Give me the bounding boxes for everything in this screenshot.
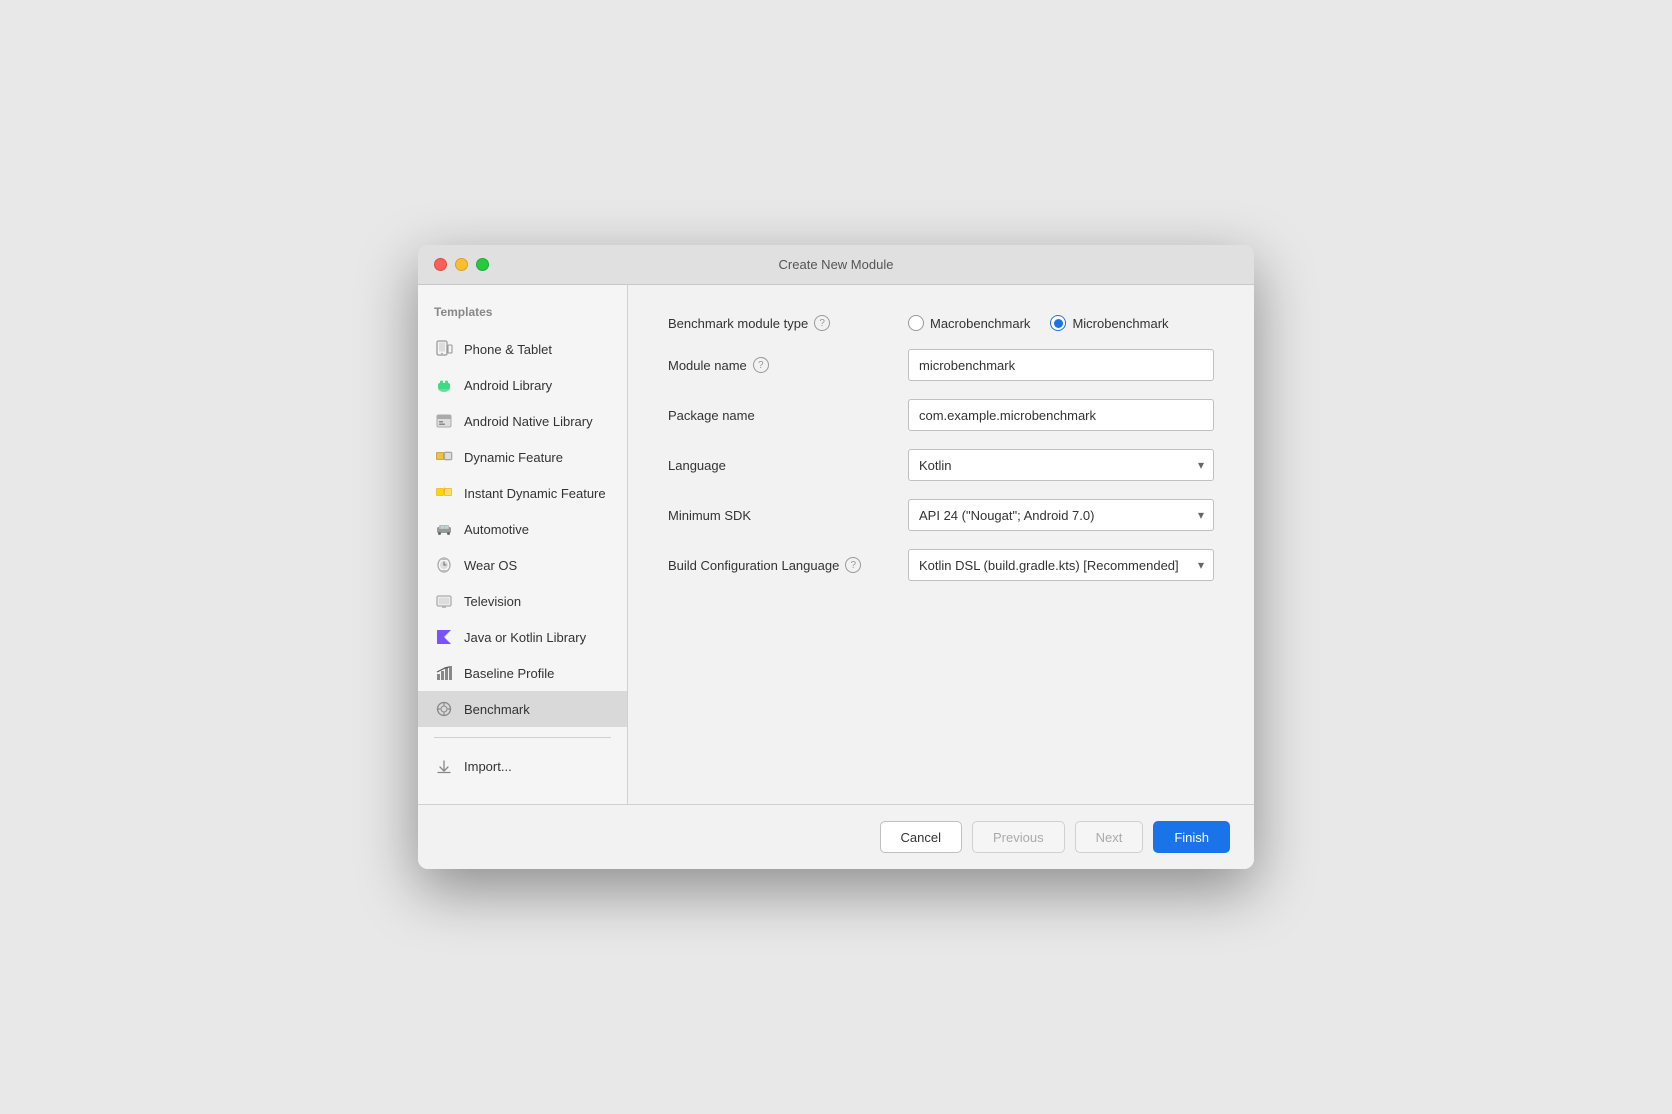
sidebar-item-baseline-profile[interactable]: Baseline Profile — [418, 655, 627, 691]
android-library-label: Android Library — [464, 378, 552, 393]
footer: Cancel Previous Next Finish — [418, 804, 1254, 869]
automotive-label: Automotive — [464, 522, 529, 537]
sidebar-item-import[interactable]: Import... — [418, 748, 627, 784]
cancel-button[interactable]: Cancel — [880, 821, 962, 853]
language-row: Language Kotlin Java — [668, 449, 1214, 481]
minimum-sdk-label: Minimum SDK — [668, 508, 908, 523]
android-library-icon — [434, 375, 454, 395]
instant-dynamic-feature-label: Instant Dynamic Feature — [464, 486, 606, 501]
dialog-title: Create New Module — [779, 257, 894, 272]
sidebar-item-wear-os[interactable]: Wear OS — [418, 547, 627, 583]
phone-tablet-label: Phone & Tablet — [464, 342, 552, 357]
benchmark-module-type-help-icon[interactable]: ? — [814, 315, 830, 331]
previous-button[interactable]: Previous — [972, 821, 1065, 853]
macrobenchmark-radio[interactable] — [908, 315, 924, 331]
module-name-input[interactable] — [908, 349, 1214, 381]
sidebar-heading: Templates — [418, 305, 627, 331]
macrobenchmark-option[interactable]: Macrobenchmark — [908, 315, 1030, 331]
language-control: Kotlin Java — [908, 449, 1214, 481]
build-config-lang-label: Build Configuration Language ? — [668, 557, 908, 573]
import-icon — [434, 756, 454, 776]
television-icon — [434, 591, 454, 611]
benchmark-icon — [434, 699, 454, 719]
wear-os-label: Wear OS — [464, 558, 517, 573]
build-config-lang-control: Kotlin DSL (build.gradle.kts) [Recommend… — [908, 549, 1214, 581]
benchmark-module-type-row: Benchmark module type ? Macrobenchmark M… — [668, 315, 1214, 331]
module-name-help-icon[interactable]: ? — [753, 357, 769, 373]
language-select[interactable]: Kotlin Java — [908, 449, 1214, 481]
minimum-sdk-control: API 24 ("Nougat"; Android 7.0) API 21 ("… — [908, 499, 1214, 531]
sidebar-item-automotive[interactable]: Automotive — [418, 511, 627, 547]
microbenchmark-radio[interactable] — [1050, 315, 1066, 331]
sidebar-item-android-native-library[interactable]: Android Native Library — [418, 403, 627, 439]
sidebar-item-android-library[interactable]: Android Library — [418, 367, 627, 403]
kotlin-library-icon — [434, 627, 454, 647]
baseline-profile-label: Baseline Profile — [464, 666, 554, 681]
finish-button[interactable]: Finish — [1153, 821, 1230, 853]
sidebar-item-java-kotlin-library[interactable]: Java or Kotlin Library — [418, 619, 627, 655]
import-label: Import... — [464, 759, 512, 774]
dynamic-feature-icon — [434, 447, 454, 467]
module-name-row: Module name ? — [668, 349, 1214, 381]
minimum-sdk-select[interactable]: API 24 ("Nougat"; Android 7.0) API 21 ("… — [908, 499, 1214, 531]
sidebar-item-phone-tablet[interactable]: Phone & Tablet — [418, 331, 627, 367]
android-native-library-icon — [434, 411, 454, 431]
build-config-lang-help-icon[interactable]: ? — [845, 557, 861, 573]
dynamic-feature-label: Dynamic Feature — [464, 450, 563, 465]
build-config-lang-row: Build Configuration Language ? Kotlin DS… — [668, 549, 1214, 581]
microbenchmark-option[interactable]: Microbenchmark — [1050, 315, 1168, 331]
sidebar-item-benchmark[interactable]: Benchmark — [418, 691, 627, 727]
baseline-profile-icon — [434, 663, 454, 683]
sidebar-divider — [434, 737, 611, 738]
close-button[interactable] — [434, 258, 447, 271]
sidebar-item-instant-dynamic-feature[interactable]: Instant Dynamic Feature — [418, 475, 627, 511]
minimize-button[interactable] — [455, 258, 468, 271]
android-native-library-label: Android Native Library — [464, 414, 593, 429]
package-name-row: Package name — [668, 399, 1214, 431]
benchmark-label: Benchmark — [464, 702, 530, 717]
next-button[interactable]: Next — [1075, 821, 1144, 853]
java-kotlin-library-label: Java or Kotlin Library — [464, 630, 586, 645]
language-label: Language — [668, 458, 908, 473]
macrobenchmark-label: Macrobenchmark — [930, 316, 1030, 331]
microbenchmark-label: Microbenchmark — [1072, 316, 1168, 331]
television-label: Television — [464, 594, 521, 609]
sidebar-item-television[interactable]: Television — [418, 583, 627, 619]
benchmark-module-type-control: Macrobenchmark Microbenchmark — [908, 315, 1214, 331]
automotive-icon — [434, 519, 454, 539]
package-name-label: Package name — [668, 408, 908, 423]
module-name-label: Module name ? — [668, 357, 908, 373]
build-config-lang-select[interactable]: Kotlin DSL (build.gradle.kts) [Recommend… — [908, 549, 1214, 581]
benchmark-type-radio-group: Macrobenchmark Microbenchmark — [908, 315, 1214, 331]
window-controls — [434, 258, 489, 271]
form-area: Benchmark module type ? Macrobenchmark M… — [628, 285, 1254, 804]
title-bar: Create New Module — [418, 245, 1254, 285]
maximize-button[interactable] — [476, 258, 489, 271]
sidebar-item-dynamic-feature[interactable]: Dynamic Feature — [418, 439, 627, 475]
package-name-input[interactable] — [908, 399, 1214, 431]
instant-dynamic-feature-icon — [434, 483, 454, 503]
benchmark-module-type-label: Benchmark module type ? — [668, 315, 908, 331]
module-name-control — [908, 349, 1214, 381]
main-content: Templates Phone & Tablet — [418, 285, 1254, 804]
package-name-control — [908, 399, 1214, 431]
sidebar: Templates Phone & Tablet — [418, 285, 628, 804]
create-new-module-dialog: Create New Module Templates Phone & Tabl… — [418, 245, 1254, 869]
phone-tablet-icon — [434, 339, 454, 359]
wear-os-icon — [434, 555, 454, 575]
minimum-sdk-row: Minimum SDK API 24 ("Nougat"; Android 7.… — [668, 499, 1214, 531]
